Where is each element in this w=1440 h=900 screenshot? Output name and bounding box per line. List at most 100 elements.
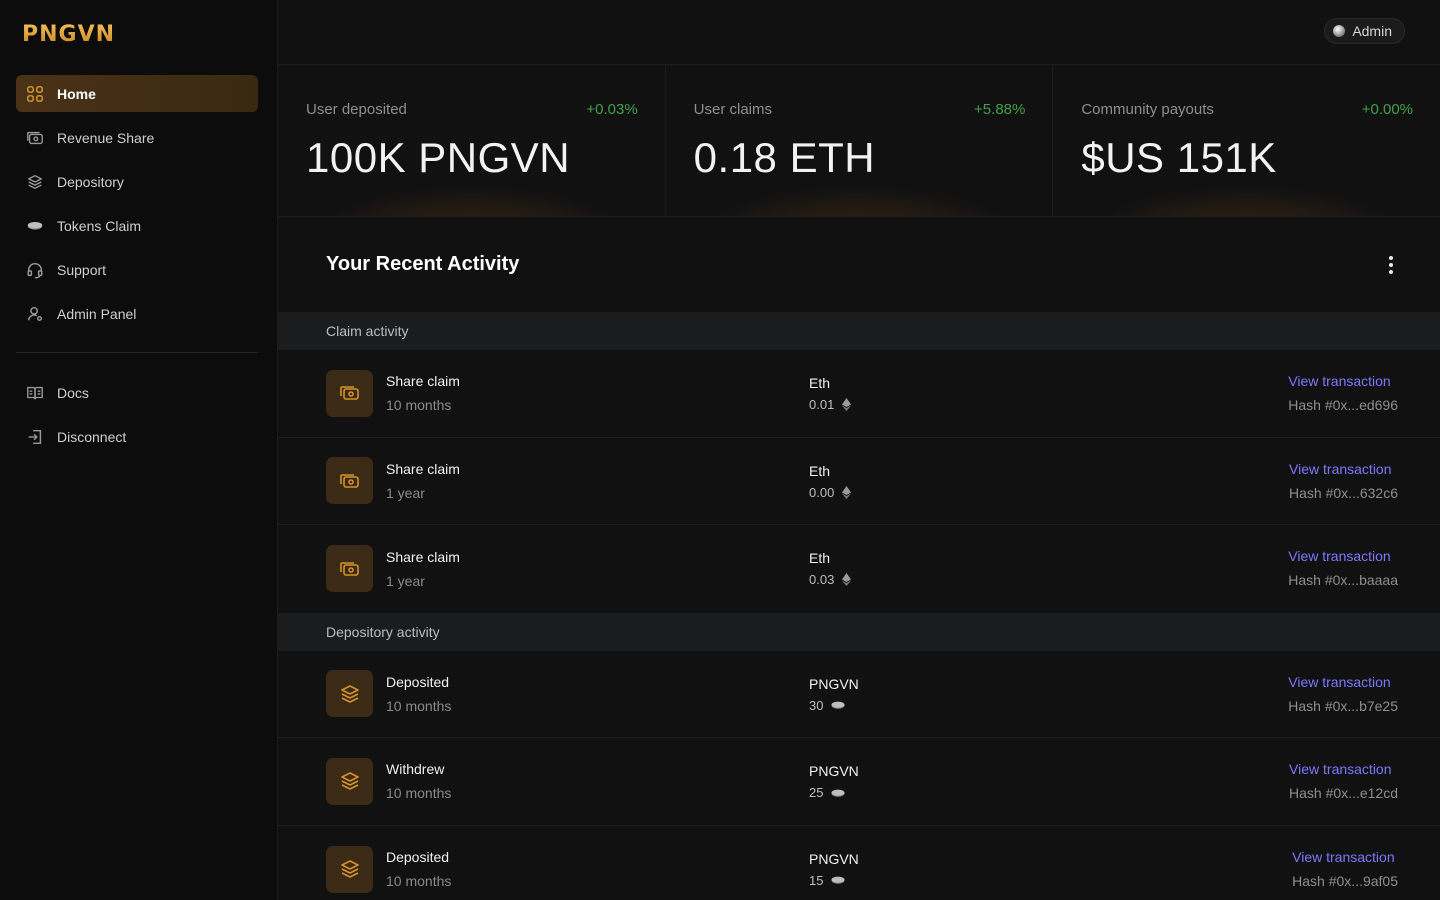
sidebar-item-home[interactable]: Home: [16, 75, 258, 112]
asset-amount: 25: [809, 785, 824, 800]
stat-card-user-claims: User claims +5.88% 0.18 ETH: [666, 65, 1054, 216]
avatar-dot-icon: [1333, 25, 1346, 37]
asset-name: Eth: [809, 375, 831, 391]
list-item: Share claim 10 months Eth 0.01 View tran…: [278, 350, 1440, 438]
sidebar-item-label: Disconnect: [57, 428, 127, 445]
sidebar-item-disconnect[interactable]: Disconnect: [16, 418, 258, 455]
stat-change: +0.03%: [586, 101, 638, 118]
sidebar-item-label: Docs: [57, 384, 89, 401]
user-icon: [25, 304, 45, 324]
sidebar-item-label: Tokens Claim: [57, 217, 142, 234]
asset-amount: 0.03: [809, 572, 835, 587]
stat-label: User claims: [693, 101, 773, 118]
cash-icon: [326, 369, 373, 417]
transaction-hash: Hash #0x...e12cd: [1289, 785, 1398, 801]
transaction-hash: Hash #0x...ed696: [1288, 397, 1398, 413]
sidebar-nav: Home Revenue Share Depository Tokens Cla…: [16, 75, 258, 462]
view-transaction-link[interactable]: View transaction: [1288, 373, 1398, 389]
logout-icon: [25, 427, 45, 447]
stat-card-user-deposited: User deposited +0.03% 100K PNGVN: [278, 65, 666, 216]
stat-value: 0.18 ETH: [693, 134, 876, 181]
coin-icon: [831, 789, 845, 797]
stat-change: +0.00%: [1361, 101, 1414, 118]
app: PNGVN Home Revenue Share Depository Toke…: [0, 0, 1440, 900]
transaction-hash: Hash #0x...632c6: [1289, 484, 1398, 501]
book-icon: [25, 383, 45, 403]
list-item: Share claim 1 year Eth 0.03 View transac…: [278, 525, 1440, 613]
layers-icon: [326, 757, 373, 805]
admin-label: Admin: [1352, 23, 1392, 39]
stat-change: +5.88%: [974, 101, 1026, 118]
activity-header: Your Recent Activity: [278, 217, 1440, 312]
stat-card-community-payouts: Community payouts +0.00% $US 151K: [1053, 65, 1440, 216]
asset-name: PNGVN: [809, 675, 859, 692]
asset-name: Eth: [809, 550, 831, 566]
activity-time: 10 months: [386, 397, 452, 414]
eth-icon: [842, 573, 852, 586]
activity-title-text: Share claim: [386, 373, 460, 390]
layers-icon: [326, 845, 373, 893]
sidebar-item-support[interactable]: Support: [16, 251, 258, 288]
cash-icon: [326, 545, 373, 593]
activity-title-text: Deposited: [386, 849, 450, 866]
stats-row: User deposited +0.03% 100K PNGVN User cl…: [278, 65, 1440, 217]
coin-icon: [831, 701, 845, 709]
activity-title-text: Share claim: [386, 460, 460, 477]
asset-name: PNGVN: [809, 850, 859, 867]
view-transaction-link[interactable]: View transaction: [1288, 548, 1398, 564]
sidebar-item-admin-panel[interactable]: Admin Panel: [16, 295, 258, 332]
list-item: Deposited 10 months PNGVN 15 View transa…: [278, 826, 1440, 900]
view-transaction-link[interactable]: View transaction: [1288, 674, 1398, 690]
logo[interactable]: PNGVN: [22, 22, 115, 47]
stat-value: 100K PNGVN: [306, 134, 571, 181]
activity-time: 1 year: [386, 572, 425, 589]
layers-icon: [25, 172, 45, 192]
asset-amount: 0.01: [809, 397, 835, 412]
coin-icon: [831, 876, 845, 884]
sidebar-item-label: Admin Panel: [57, 305, 137, 322]
sidebar-item-label: Depository: [57, 173, 124, 190]
more-options-icon[interactable]: [1386, 255, 1396, 274]
view-transaction-link[interactable]: View transaction: [1289, 461, 1398, 477]
sidebar-item-label: Revenue Share: [57, 129, 155, 146]
transaction-hash: Hash #0x...b7e25: [1288, 697, 1398, 714]
asset-name: PNGVN: [809, 763, 859, 779]
asset-amount: 0.00: [809, 484, 835, 500]
grid-icon: [25, 84, 45, 104]
stat-label: Community payouts: [1081, 101, 1214, 118]
claim-activity-header: Claim activity: [278, 312, 1440, 350]
sidebar-item-docs[interactable]: Docs: [16, 374, 258, 411]
activity-title-text: Share claim: [386, 548, 460, 565]
eth-icon: [842, 485, 852, 499]
claim-activity-list: Share claim 10 months Eth 0.01 View tran…: [278, 350, 1440, 613]
sidebar-item-tokens-claim[interactable]: Tokens Claim: [16, 207, 258, 244]
admin-button[interactable]: Admin: [1324, 18, 1405, 44]
sidebar: PNGVN Home Revenue Share Depository Toke…: [0, 0, 278, 900]
activity-title-text: Withdrew: [386, 761, 445, 778]
depository-activity-list: Deposited 10 months PNGVN 30 View transa…: [278, 651, 1440, 900]
activity-title-text: Deposited: [386, 673, 450, 690]
cash-icon: [25, 128, 45, 148]
stat-value: $US 151K: [1081, 134, 1277, 181]
asset-name: Eth: [809, 462, 831, 479]
activity-time: 10 months: [386, 785, 452, 802]
list-item: Deposited 10 months PNGVN 30 View transa…: [278, 651, 1440, 738]
activity-time: 10 months: [386, 873, 452, 890]
activity-time: 10 months: [386, 697, 452, 714]
stat-label: User deposited: [306, 101, 407, 118]
list-item: Share claim 1 year Eth 0.00 View transac…: [278, 438, 1440, 525]
activity-title: Your Recent Activity: [326, 253, 520, 275]
sidebar-item-depository[interactable]: Depository: [16, 163, 258, 200]
depository-activity-header: Depository activity: [278, 612, 1440, 651]
headset-icon: [25, 260, 45, 280]
view-transaction-link[interactable]: View transaction: [1289, 761, 1398, 777]
coin-icon: [25, 216, 45, 236]
sidebar-item-label: Support: [57, 261, 107, 278]
list-item: Withdrew 10 months PNGVN 25 View transac…: [278, 738, 1440, 826]
sidebar-item-revenue-share[interactable]: Revenue Share: [16, 119, 258, 156]
activity-time: 1 year: [386, 484, 425, 501]
view-transaction-link[interactable]: View transaction: [1292, 849, 1398, 865]
cash-icon: [326, 457, 373, 505]
asset-amount: 15: [809, 872, 824, 888]
asset-amount: 30: [809, 697, 824, 713]
